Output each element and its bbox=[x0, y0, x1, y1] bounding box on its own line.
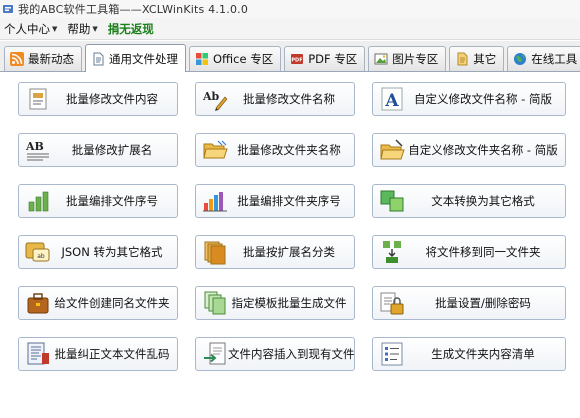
pdf-icon: PDF bbox=[291, 54, 304, 64]
batch-set-remove-password-button[interactable]: 批量设置/删除密码 bbox=[372, 286, 566, 320]
svg-text:PDF: PDF bbox=[292, 58, 303, 64]
button-label: 批量设置/删除密码 bbox=[435, 296, 531, 310]
custom-rename-files-simple-button[interactable]: A 自定义修改文件名称 - 简版 bbox=[372, 82, 566, 116]
button-label: 批量修改扩展名 bbox=[71, 143, 153, 157]
rename-pen-icon: Ab bbox=[202, 90, 228, 111]
menu-donate[interactable]: 捐无返现 bbox=[104, 21, 160, 37]
tab-online-tools[interactable]: 在线工具 bbox=[507, 46, 580, 71]
text-fix-icon bbox=[27, 342, 49, 365]
office-icon bbox=[196, 53, 208, 65]
svg-text:A: A bbox=[384, 91, 399, 111]
button-label: 批量修改文件名称 bbox=[243, 92, 335, 106]
picture-icon bbox=[374, 53, 388, 65]
caret-down-icon: ▼ bbox=[52, 24, 58, 33]
batch-edit-file-content-button[interactable]: 批量修改文件内容 bbox=[18, 82, 178, 116]
lock-icon bbox=[380, 292, 404, 315]
other-icon bbox=[457, 52, 468, 66]
button-label: 自定义修改文件夹名称 - 简版 bbox=[408, 143, 558, 157]
button-label: 批量修改文件内容 bbox=[66, 92, 158, 106]
button-label: 文件内容插入到现有文件 bbox=[228, 347, 355, 361]
document-icon bbox=[93, 52, 104, 65]
insert-content-into-files-button[interactable]: 文件内容插入到现有文件 bbox=[195, 337, 355, 371]
menu-personal-center-label: 个人中心 bbox=[4, 21, 50, 36]
button-label: 批量按扩展名分类 bbox=[243, 245, 335, 259]
tab-other[interactable]: 其它 bbox=[449, 46, 505, 71]
tab-latest-news[interactable]: 最新动态 bbox=[4, 46, 82, 71]
tab-office[interactable]: Office 专区 bbox=[189, 46, 282, 71]
move-files-icon bbox=[383, 241, 401, 263]
tab-label: 在线工具 bbox=[531, 52, 578, 66]
tab-content-general-files: 批量修改文件内容 Ab 批量修改文件名称 A 自定义修改文件名称 - 简版 AB… bbox=[0, 72, 580, 418]
move-files-to-one-folder-button[interactable]: 将文件移到同一文件夹 bbox=[372, 235, 566, 269]
app-icon bbox=[3, 5, 13, 13]
button-label: 指定模板批量生成文件 bbox=[231, 296, 347, 310]
tab-label: 通用文件处理 bbox=[109, 51, 178, 66]
svg-text:AB: AB bbox=[25, 140, 44, 153]
button-label: 文本转换为其它格式 bbox=[431, 194, 535, 208]
title-bar: 我的ABC软件工具箱——XCLWinKits 4.1.0.0 bbox=[0, 0, 580, 18]
stacked-files-icon bbox=[204, 241, 226, 265]
bar-chart-icon bbox=[28, 191, 49, 212]
button-label: 批量纠正文本文件乱码 bbox=[54, 347, 170, 361]
batch-rename-folders-button[interactable]: 批量修改文件夹名称 bbox=[195, 133, 355, 167]
button-label: 批量修改文件夹名称 bbox=[237, 143, 341, 157]
folder-open-icon bbox=[203, 140, 228, 159]
batch-change-extension-button[interactable]: AB 批量修改扩展名 bbox=[18, 133, 178, 167]
create-same-name-folders-button[interactable]: 给文件创建同名文件夹 bbox=[18, 286, 178, 320]
menu-personal-center[interactable]: 个人中心 ▼ bbox=[0, 21, 63, 37]
convert-text-format-button[interactable]: 文本转换为其它格式 bbox=[372, 184, 566, 218]
extension-ab-icon: AB bbox=[25, 140, 49, 161]
button-label: 自定义修改文件名称 - 简版 bbox=[414, 92, 552, 106]
tab-label: Office 专区 bbox=[213, 52, 274, 66]
button-label: JSON 转为其它格式 bbox=[61, 245, 163, 259]
insert-file-icon bbox=[204, 342, 226, 365]
batch-number-files-button[interactable]: 批量编排文件序号 bbox=[18, 184, 178, 218]
folder-edit-icon bbox=[380, 139, 405, 160]
caret-down-icon: ▼ bbox=[92, 24, 98, 33]
batch-rename-files-button[interactable]: Ab 批量修改文件名称 bbox=[195, 82, 355, 116]
generate-folder-content-list-button[interactable]: 生成文件夹内容清单 bbox=[372, 337, 566, 371]
tab-strip: 最新动态 通用文件处理 Office 专区 PDF PDF 专区 图片专区 其它… bbox=[0, 41, 580, 72]
button-label: 批量编排文件夹序号 bbox=[237, 194, 341, 208]
menu-bar: 个人中心 ▼ 帮助 ▼ 捐无返现 bbox=[0, 18, 580, 40]
button-label: 将文件移到同一文件夹 bbox=[425, 245, 541, 259]
generate-files-from-template-button[interactable]: 指定模板批量生成文件 bbox=[195, 286, 355, 320]
letter-a-icon: A bbox=[381, 87, 403, 111]
globe-icon bbox=[514, 53, 527, 65]
rss-icon bbox=[10, 52, 24, 66]
checklist-icon bbox=[381, 342, 403, 366]
button-label: 生成文件夹内容清单 bbox=[431, 347, 535, 361]
svg-text:ab: ab bbox=[37, 253, 45, 260]
tab-label: 其它 bbox=[473, 52, 497, 66]
batch-number-folders-button[interactable]: 批量编排文件夹序号 bbox=[195, 184, 355, 218]
batch-classify-by-extension-button[interactable]: 批量按扩展名分类 bbox=[195, 235, 355, 269]
button-label: 批量编排文件序号 bbox=[66, 194, 158, 208]
tool-button-grid: 批量修改文件内容 Ab 批量修改文件名称 A 自定义修改文件名称 - 简版 AB… bbox=[18, 82, 566, 371]
tab-general-files[interactable]: 通用文件处理 bbox=[85, 44, 186, 72]
window-title: 我的ABC软件工具箱——XCLWinKits 4.1.0.0 bbox=[18, 3, 249, 16]
svg-text:Ab: Ab bbox=[202, 90, 220, 103]
tab-label: 图片专区 bbox=[392, 52, 439, 66]
menu-help-label: 帮助 bbox=[67, 21, 91, 36]
convert-json-format-button[interactable]: ab JSON 转为其它格式 bbox=[18, 235, 178, 269]
convert-blocks-icon bbox=[380, 190, 404, 212]
document-edit-icon bbox=[29, 88, 47, 110]
button-label: 给文件创建同名文件夹 bbox=[54, 296, 170, 310]
menu-donate-label: 捐无返现 bbox=[107, 21, 154, 36]
tab-pdf[interactable]: PDF PDF 专区 bbox=[284, 46, 366, 71]
template-pages-icon bbox=[204, 291, 226, 315]
json-icon: ab bbox=[25, 242, 50, 262]
tab-label: PDF 专区 bbox=[308, 52, 358, 66]
custom-rename-folders-simple-button[interactable]: 自定义修改文件夹名称 - 简版 bbox=[372, 133, 566, 167]
tab-label: 最新动态 bbox=[28, 52, 74, 66]
color-bars-icon bbox=[203, 192, 227, 212]
batch-fix-text-encoding-button[interactable]: 批量纠正文本文件乱码 bbox=[18, 337, 178, 371]
menu-help[interactable]: 帮助 ▼ bbox=[63, 21, 103, 37]
briefcase-icon bbox=[27, 293, 49, 314]
tab-pictures[interactable]: 图片专区 bbox=[368, 46, 447, 71]
